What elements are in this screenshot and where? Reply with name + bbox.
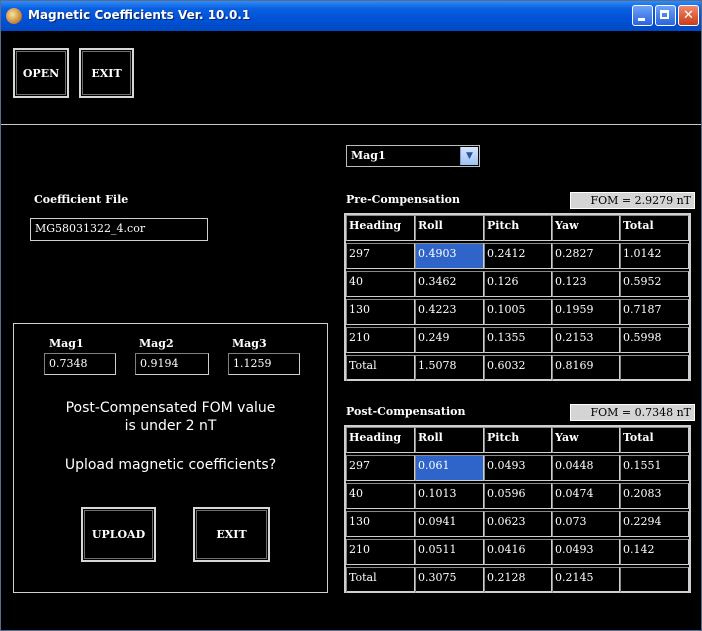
post-table-cell[interactable]: 40 [346, 483, 415, 509]
maximize-icon [660, 10, 669, 19]
upload-question: Upload magnetic coefficients? [64, 457, 277, 473]
mag2-label: Mag2 [139, 337, 174, 350]
pre-table-cell[interactable]: 0.5952 [620, 271, 689, 297]
post-table-cell[interactable]: 0.0596 [484, 483, 552, 509]
post-table-cell[interactable]: 0.2145 [552, 567, 620, 593]
upload-button[interactable]: UPLOAD [81, 507, 156, 562]
post-table-cell[interactable]: Total [346, 567, 415, 593]
upload-button-bevel [84, 510, 153, 559]
pre-header-cell: Heading [346, 215, 415, 241]
mag1-label: Mag1 [49, 337, 84, 350]
pre-table-cell[interactable]: 0.2827 [552, 243, 620, 269]
post-table-cell[interactable]: 0.0448 [552, 455, 620, 481]
dialog-exit-button[interactable]: EXIT [193, 507, 270, 562]
pre-table-cell[interactable]: 297 [346, 243, 415, 269]
pre-table-cell[interactable]: 0.3462 [415, 271, 484, 297]
chevron-down-icon[interactable]: ▼ [460, 147, 478, 165]
message-line-1: Post-Compensated FOM value [65, 400, 276, 416]
post-table-cell[interactable]: 0.073 [552, 511, 620, 537]
minimize-button[interactable] [632, 5, 653, 26]
post-table-cell[interactable]: 130 [346, 511, 415, 537]
post-table-cell[interactable]: 0.0493 [552, 539, 620, 565]
app-icon [6, 8, 22, 24]
post-table-cell[interactable]: 0.0623 [484, 511, 552, 537]
pre-table-cell[interactable]: 0.5998 [620, 327, 689, 353]
pre-table-cell[interactable]: 0.249 [415, 327, 484, 353]
post-table-cell[interactable]: 210 [346, 539, 415, 565]
mag1-field[interactable]: 0.7348 [44, 353, 116, 375]
post-table-cell[interactable]: 0.0474 [552, 483, 620, 509]
pre-table-cell[interactable]: 130 [346, 299, 415, 325]
pre-table-cell[interactable]: 0.4223 [415, 299, 484, 325]
toolbar: OPEN EXIT [1, 31, 701, 125]
post-header-cell: Total [620, 427, 689, 453]
pre-table-cell[interactable]: 0.8169 [552, 355, 620, 381]
post-table-cell[interactable]: 0.2128 [484, 567, 552, 593]
pre-fom-badge: FOM = 2.9279 nT [570, 192, 695, 209]
pre-header-cell: Roll [415, 215, 484, 241]
post-header-cell: Yaw [552, 427, 620, 453]
post-table-cell[interactable] [620, 567, 689, 593]
pre-table-cell[interactable]: 0.1355 [484, 327, 552, 353]
post-fom-badge: FOM = 0.7348 nT [570, 404, 695, 421]
post-compensation-title: Post-Compensation [346, 405, 466, 418]
window-title: Magnetic Coefficients Ver. 10.0.1 [28, 8, 251, 22]
magnetometer-select-value: Mag1 [351, 149, 386, 162]
pre-table-cell[interactable]: 0.1959 [552, 299, 620, 325]
pre-table-cell[interactable]: 1.5078 [415, 355, 484, 381]
pre-table-cell[interactable]: 0.123 [552, 271, 620, 297]
mag3-field[interactable]: 1.1259 [228, 353, 300, 375]
close-button[interactable]: ✕ [678, 5, 699, 26]
post-header-cell: Roll [415, 427, 484, 453]
pre-table-cell[interactable]: Total [346, 355, 415, 381]
post-table-cell[interactable]: 0.0493 [484, 455, 552, 481]
post-table-cell[interactable]: 0.1551 [620, 455, 689, 481]
post-table-cell[interactable]: 0.061 [415, 455, 484, 481]
pre-table-cell[interactable]: 40 [346, 271, 415, 297]
minimize-icon [638, 18, 645, 21]
open-button-bevel [16, 51, 66, 95]
pre-table-cell[interactable] [620, 355, 689, 381]
pre-table-cell[interactable]: 0.4903 [415, 243, 484, 269]
pre-compensation-table: Heading Roll Pitch Yaw Total 297 0.4903 0.2412 0… [344, 213, 691, 381]
dialog-exit-button-bevel [196, 510, 267, 559]
app-window: Magnetic Coefficients Ver. 10.0.1 ✕ OPEN… [0, 0, 702, 631]
mag2-field[interactable]: 0.9194 [135, 353, 209, 375]
pre-header-cell: Total [620, 215, 689, 241]
post-header-cell: Pitch [484, 427, 552, 453]
pre-table-cell[interactable]: 210 [346, 327, 415, 353]
maximize-button[interactable] [655, 5, 676, 26]
pre-table-cell[interactable]: 0.7187 [620, 299, 689, 325]
pre-table-cell[interactable]: 1.0142 [620, 243, 689, 269]
pre-table-cell[interactable]: 0.126 [484, 271, 552, 297]
post-table-cell[interactable]: 297 [346, 455, 415, 481]
pre-header-cell: Yaw [552, 215, 620, 241]
pre-table-cell[interactable]: 0.2412 [484, 243, 552, 269]
close-icon: ✕ [683, 8, 694, 23]
post-table-cell[interactable]: 0.0511 [415, 539, 484, 565]
mag3-label: Mag3 [232, 337, 267, 350]
post-compensation-table: Heading Roll Pitch Yaw Total 297 0.061 0.0493 0.… [344, 425, 691, 593]
pre-table-cell[interactable]: 0.1005 [484, 299, 552, 325]
post-table-cell[interactable]: 0.0416 [484, 539, 552, 565]
open-button[interactable]: OPEN [13, 48, 69, 98]
post-table-cell[interactable]: 0.0941 [415, 511, 484, 537]
post-table-cell[interactable]: 0.2083 [620, 483, 689, 509]
coefficient-file-label: Coefficient File [34, 193, 129, 206]
pre-table-cell[interactable]: 0.6032 [484, 355, 552, 381]
pre-table-cell[interactable]: 0.2153 [552, 327, 620, 353]
exit-button-bevel [82, 51, 131, 95]
title-bar[interactable]: Magnetic Coefficients Ver. 10.0.1 ✕ [1, 1, 701, 31]
post-table-cell[interactable]: 0.1013 [415, 483, 484, 509]
post-table-cell[interactable]: 0.3075 [415, 567, 484, 593]
post-table-cell[interactable]: 0.142 [620, 539, 689, 565]
coefficient-file-field[interactable]: MG58031322_4.cor [30, 218, 208, 241]
pre-header-cell: Pitch [484, 215, 552, 241]
magnetometer-select[interactable]: Mag1 ▼ [346, 145, 480, 167]
exit-button[interactable]: EXIT [79, 48, 134, 98]
post-header-cell: Heading [346, 427, 415, 453]
message-line-2: is under 2 nT [124, 418, 217, 434]
pre-compensation-title: Pre-Compensation [346, 193, 460, 206]
post-table-cell[interactable]: 0.2294 [620, 511, 689, 537]
